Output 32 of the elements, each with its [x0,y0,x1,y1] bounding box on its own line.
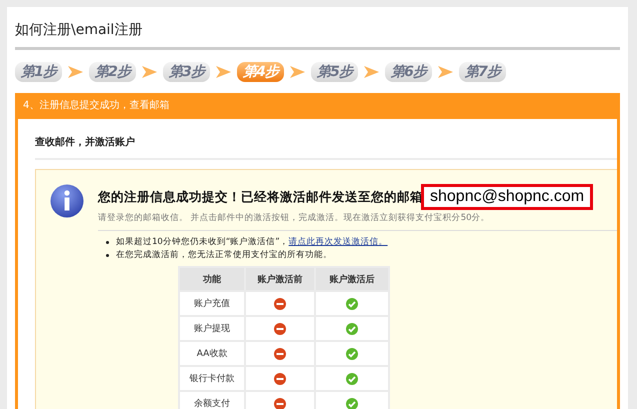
column-header: 账户激活后 [316,268,388,290]
table-cell: 余额支付 [180,392,244,409]
section-title: 查收邮件，并激活账户 [35,119,617,160]
arrow-icon [364,66,379,78]
email-address: shopnc@shopnc.com [421,184,594,210]
step-tab[interactable]: 第6步 [385,62,432,82]
bullet-icon [106,241,109,244]
step-tab[interactable]: 第3步 [163,62,210,82]
bullet-text: 如果超过10分钟您仍未收到“账户激活信”， [116,236,289,249]
arrow-icon [68,66,83,78]
arrow-icon [216,66,231,78]
column-header: 账户激活前 [246,268,314,290]
arrow-icon [438,66,453,78]
bullet-icon [106,254,109,257]
step-tab[interactable]: 第2步 [89,62,136,82]
step-tab[interactable]: 第7步 [459,62,506,82]
column-header: 功能 [180,268,244,290]
step-tab[interactable]: 第4步 [237,62,284,82]
panel-header: 4、注册信息提交成功，查看邮箱 [22,98,170,113]
notice-subtext: 请登录您的邮箱收信。 并点击邮件中的激活按钮，完成激活。现在激活立刻获得支付宝积分50分。 [98,212,617,231]
table-cell: 账户充值 [180,292,244,315]
info-icon [50,184,84,218]
page-title: 如何注册\email注册 [15,21,142,39]
step-tab[interactable]: 第5步 [311,62,358,82]
table-cell: 银行卡付款 [180,367,244,390]
bullet-text: 在您完成激活前，您无法正常使用支付宝的所有功能。 [116,249,332,262]
arrow-icon [290,66,305,78]
step-tab[interactable]: 第1步 [15,62,62,82]
table-cell: 账户提现 [180,317,244,340]
table-cell: AA收款 [180,342,244,365]
resend-link[interactable]: 请点此再次发送激活信。 [288,236,388,249]
arrow-icon [142,66,157,78]
